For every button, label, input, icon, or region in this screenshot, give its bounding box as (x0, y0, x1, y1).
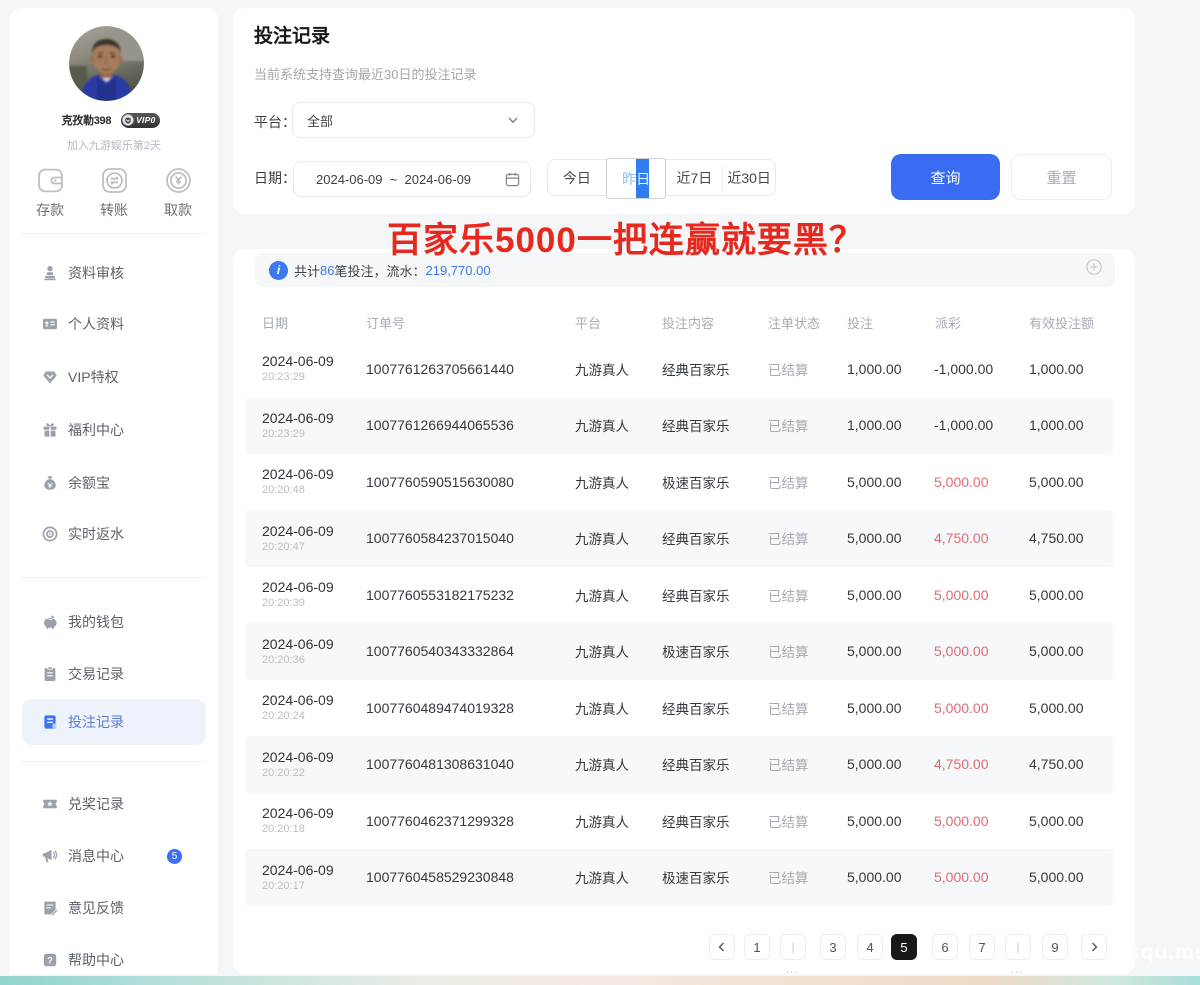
svg-text:?: ? (47, 956, 53, 967)
